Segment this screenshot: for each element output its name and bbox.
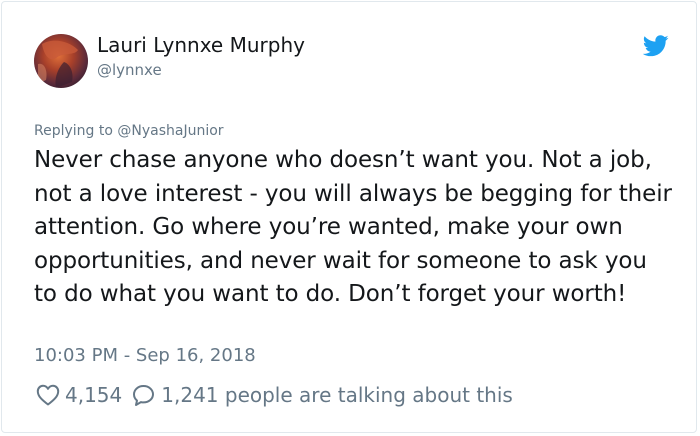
heart-icon[interactable] (36, 384, 60, 406)
tweet-text: Never chase anyone who doesn’t want you.… (34, 147, 672, 307)
tweet-actions: 4,154 1,241 people are talking about thi… (36, 380, 513, 410)
tweet-timestamp[interactable]: 10:03 PM - Sep 16, 2018 (34, 345, 256, 366)
avatar[interactable] (34, 34, 88, 88)
speech-bubble-icon[interactable] (132, 384, 155, 407)
replying-to[interactable]: Replying to @NyashaJunior (34, 123, 224, 139)
author-handle[interactable]: @lynnxe (97, 61, 162, 79)
avatar-image (34, 34, 88, 88)
twitter-bird-icon[interactable] (642, 35, 669, 57)
embedded-tweet-card: Lauri Lynnxe Murphy @lynnxe Replying to … (1, 1, 697, 433)
talking-count[interactable]: 1,241 people are talking about this (161, 383, 513, 407)
like-count[interactable]: 4,154 (65, 383, 122, 407)
author-name[interactable]: Lauri Lynnxe Murphy (97, 33, 305, 57)
